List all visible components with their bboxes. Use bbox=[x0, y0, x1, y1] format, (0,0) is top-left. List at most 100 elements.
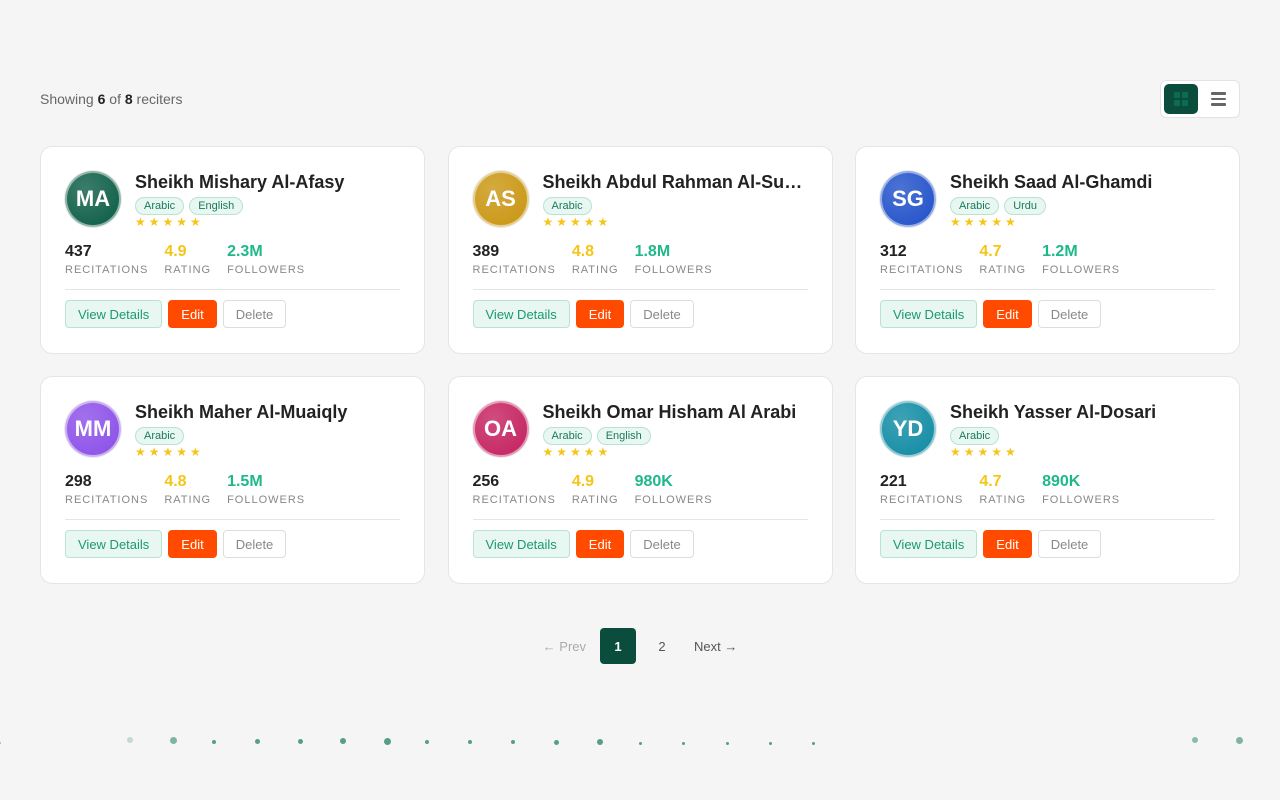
decorative-dot bbox=[297, 738, 303, 744]
followers-value: 2.3M bbox=[227, 243, 263, 260]
stat-recitations: 312 RECITATIONS bbox=[880, 243, 963, 277]
edit-button[interactable]: Edit bbox=[983, 530, 1032, 558]
reciter-name: Sheikh Saad Al-Ghamdi bbox=[950, 172, 1153, 192]
reciter-stats: 256 RECITATIONS 4.9 RATING 980K FOLLOWER… bbox=[473, 473, 808, 507]
reciter-stats: 298 RECITATIONS 4.8 RATING 1.5M FOLLOWER… bbox=[65, 473, 400, 507]
decorative-dot bbox=[340, 738, 346, 744]
followers-label: FOLLOWERS bbox=[634, 494, 713, 506]
star-rating: ★★★★★ bbox=[135, 215, 204, 229]
decorative-dot bbox=[425, 740, 429, 744]
language-tag: English bbox=[596, 427, 651, 445]
stat-rating: 4.7 RATING bbox=[979, 473, 1026, 507]
avatar: OA bbox=[472, 401, 529, 457]
grid-view-button[interactable] bbox=[1164, 84, 1198, 114]
view-details-button[interactable]: View Details bbox=[65, 530, 163, 558]
next-page-button[interactable]: Next → bbox=[688, 628, 743, 664]
reciter-info: Sheikh Omar Hisham Al Arabi Arabic Englis… bbox=[542, 401, 808, 459]
star-rating: ★★★★★ bbox=[135, 445, 204, 459]
rating-value: 4.8 bbox=[164, 473, 187, 490]
language-tag: Arabic bbox=[542, 427, 592, 445]
decorative-dot bbox=[212, 740, 216, 744]
view-details-button[interactable]: View Details bbox=[880, 300, 978, 328]
reciter-card: AS Sheikh Abdul Rahman Al-Sudais Arabic … bbox=[447, 146, 833, 354]
recitations-label: RECITATIONS bbox=[880, 494, 964, 506]
avatar: MA bbox=[65, 171, 121, 227]
shown-count: 6 bbox=[97, 91, 106, 107]
card-actions: View Details Edit Delete bbox=[472, 300, 808, 328]
reciter-name: Sheikh Maher Al-Muaiqly bbox=[135, 402, 348, 422]
edit-button[interactable]: Edit bbox=[575, 530, 625, 558]
rating-value: 4.9 bbox=[164, 243, 187, 260]
stat-recitations: 389 RECITATIONS bbox=[473, 243, 556, 277]
language-tags: Arabic bbox=[950, 427, 1215, 445]
stat-rating: 4.8 RATING bbox=[572, 243, 619, 277]
reciter-name: Sheikh Mishary Al-Afasy bbox=[135, 172, 345, 192]
decorative-dot bbox=[127, 737, 133, 743]
page-2-button[interactable]: 2 bbox=[644, 628, 680, 664]
reciter-name: Sheikh Omar Hisham Al Arabi bbox=[542, 402, 797, 422]
stat-followers: 1.2M FOLLOWERS bbox=[1042, 243, 1120, 277]
results-count: Showing 6 of 8 reciters bbox=[40, 91, 182, 107]
followers-label: FOLLOWERS bbox=[227, 494, 306, 506]
card-divider bbox=[65, 289, 400, 290]
delete-button[interactable]: Delete bbox=[222, 300, 287, 328]
recitations-value: 389 bbox=[472, 243, 500, 260]
reciter-card: MA Sheikh Mishary Al-Afasy Arabic English… bbox=[40, 146, 425, 354]
showing-prefix: Showing bbox=[40, 91, 94, 107]
card-actions: View Details Edit Delete bbox=[472, 530, 808, 558]
card-divider bbox=[472, 289, 808, 290]
stat-followers: 2.3M FOLLOWERS bbox=[227, 243, 305, 277]
followers-value: 1.5M bbox=[227, 473, 263, 490]
view-toggle bbox=[1160, 80, 1240, 118]
edit-button[interactable]: Edit bbox=[168, 300, 217, 328]
recitations-value: 256 bbox=[472, 473, 500, 490]
view-details-button[interactable]: View Details bbox=[472, 300, 570, 328]
star-rating: ★★★★★ bbox=[542, 445, 612, 459]
delete-button[interactable]: Delete bbox=[630, 530, 694, 558]
decorative-dot bbox=[1192, 737, 1198, 743]
edit-button[interactable]: Edit bbox=[168, 530, 217, 558]
delete-button[interactable]: Delete bbox=[1037, 530, 1102, 558]
card-actions: View Details Edit Delete bbox=[880, 530, 1215, 558]
decorative-dot bbox=[468, 740, 472, 744]
language-tag: Arabic bbox=[135, 197, 185, 215]
rating-label: RATING bbox=[571, 264, 619, 276]
rating-label: RATING bbox=[164, 494, 212, 506]
card-divider bbox=[65, 519, 400, 520]
language-tag: Arabic bbox=[542, 197, 592, 215]
language-tag: Arabic bbox=[135, 427, 185, 445]
language-tags: Arabic English bbox=[135, 197, 400, 215]
page-1-button[interactable]: 1 bbox=[600, 628, 636, 664]
rating-label: RATING bbox=[979, 264, 1027, 276]
card-actions: View Details Edit Delete bbox=[65, 300, 400, 328]
prev-page-button[interactable]: ← Prev bbox=[537, 628, 592, 664]
stat-recitations: 221 RECITATIONS bbox=[880, 473, 963, 507]
results-suffix: reciters bbox=[136, 91, 183, 107]
decorative-dot bbox=[1235, 736, 1243, 744]
language-tag: Arabic bbox=[950, 427, 1000, 445]
edit-button[interactable]: Edit bbox=[983, 300, 1032, 328]
view-details-button[interactable]: View Details bbox=[65, 300, 163, 328]
list-view-button[interactable] bbox=[1201, 84, 1235, 114]
stat-rating: 4.8 RATING bbox=[164, 473, 211, 507]
grid-icon bbox=[1174, 92, 1188, 106]
reciter-stats: 221 RECITATIONS 4.7 RATING 890K FOLLOWER… bbox=[880, 473, 1215, 507]
language-tags: Arabic bbox=[135, 427, 400, 445]
delete-button[interactable]: Delete bbox=[222, 530, 287, 558]
edit-button[interactable]: Edit bbox=[575, 300, 625, 328]
rating-value: 4.8 bbox=[571, 243, 595, 260]
view-details-button[interactable]: View Details bbox=[472, 530, 570, 558]
rating-value: 4.7 bbox=[979, 243, 1002, 260]
rating-value: 4.7 bbox=[979, 473, 1002, 490]
view-details-button[interactable]: View Details bbox=[880, 530, 978, 558]
delete-button[interactable]: Delete bbox=[630, 300, 694, 328]
language-tag: Arabic bbox=[950, 197, 1000, 215]
recitations-value: 221 bbox=[880, 473, 907, 490]
decorative-dot bbox=[169, 736, 177, 744]
delete-button[interactable]: Delete bbox=[1037, 300, 1102, 328]
reciter-stats: 312 RECITATIONS 4.7 RATING 1.2M FOLLOWER… bbox=[880, 243, 1215, 277]
followers-label: FOLLOWERS bbox=[634, 264, 713, 276]
star-rating: ★★★★★ bbox=[950, 445, 1019, 459]
decorative-dot bbox=[553, 739, 559, 745]
stat-followers: 1.5M FOLLOWERS bbox=[227, 473, 305, 507]
